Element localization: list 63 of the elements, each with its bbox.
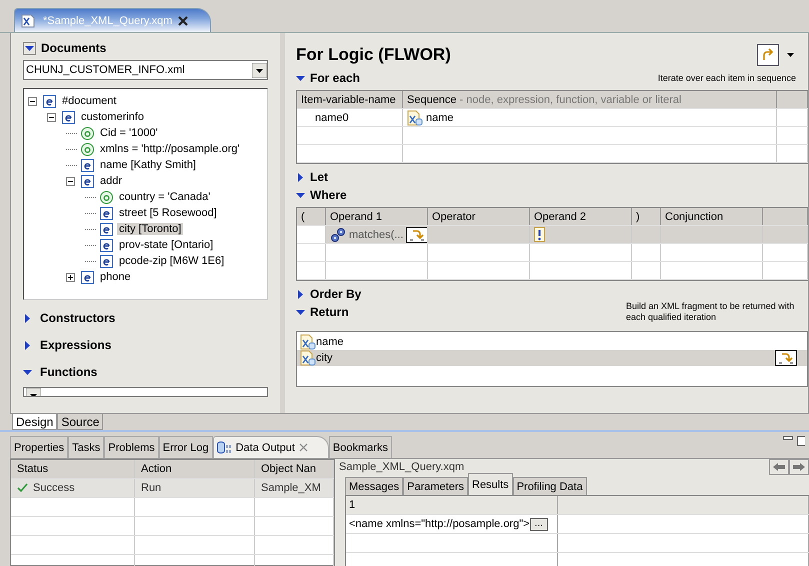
column-header: Operand 2 — [530, 208, 632, 225]
tree-item[interactable]: addr — [98, 175, 124, 187]
result-tab[interactable]: Messages — [345, 477, 404, 495]
column-header: Conjunction — [661, 208, 763, 225]
tree-item[interactable]: country = 'Canada' — [117, 191, 212, 203]
condition-row[interactable]: matches(... — [297, 226, 808, 244]
tree-item[interactable]: Cid = '1000' — [98, 127, 160, 139]
return-item[interactable]: name — [297, 334, 807, 350]
tab-title: *Sample_XML_Query.xqm — [43, 14, 172, 26]
tree-item[interactable]: city [Toronto] — [117, 223, 184, 235]
view-tab[interactable]: Error Log — [158, 436, 213, 458]
table-cell-text: name0 — [314, 112, 349, 124]
result-cell: <name xmlns="http://posample.org"> — [349, 518, 530, 530]
return-item[interactable]: city — [297, 350, 807, 366]
view-tab[interactable]: Tasks — [68, 436, 104, 458]
view-tab[interactable]: Data Output — [212, 436, 329, 458]
page-tab[interactable]: Design — [12, 414, 58, 430]
document-dropdown[interactable]: CHUNJ_CUSTOMER_INFO.xml — [23, 60, 268, 80]
section-title: Expressions — [40, 338, 112, 352]
section-title: Documents — [41, 41, 106, 55]
tree-item[interactable]: pcode-zip [M6W 1E6] — [117, 255, 226, 267]
tree-item[interactable]: customerinfo — [79, 111, 146, 123]
table-cell: Success — [33, 482, 75, 494]
more-button[interactable]: ... — [530, 518, 548, 530]
section-title: Order By — [310, 287, 362, 301]
table-cell: Run — [141, 482, 162, 494]
column-header: 1 — [346, 496, 558, 514]
result-tab[interactable]: Results — [468, 473, 513, 495]
column-header: ( — [297, 208, 326, 225]
result-tab[interactable]: Profiling Data — [512, 477, 587, 495]
section-title: For each — [310, 71, 360, 85]
section-title: Where — [310, 188, 347, 202]
section-title: Functions — [40, 365, 98, 379]
section-hint: Iterate over each item in sequence — [658, 72, 797, 84]
section-title: Return — [310, 305, 349, 319]
column-header: Operator — [428, 208, 530, 225]
result-tab[interactable]: Parameters — [403, 477, 468, 495]
tree-item[interactable]: xmlns = 'http://posample.org' — [98, 143, 242, 155]
column-header: ) — [632, 208, 661, 225]
table-row[interactable]: Success Run Sample_XM — [11, 479, 334, 498]
tree-item[interactable]: #document — [60, 95, 118, 107]
column-header: Action — [135, 460, 255, 478]
table-cell: name — [426, 112, 454, 124]
tree-item[interactable]: prov-state [Ontario] — [117, 239, 216, 251]
result-title: Sample_XML_Query.xqm — [339, 461, 464, 473]
column-header: Status — [11, 460, 135, 478]
view-tab[interactable]: Problems — [104, 436, 159, 458]
page-title: For Logic (FLWOR) — [296, 45, 452, 65]
tree-item[interactable]: phone — [98, 271, 133, 283]
table-cell: Sample_XM — [261, 482, 321, 494]
column-header: Item-variable-name — [297, 91, 403, 108]
section-hint: Build an XML fragment to be returned with each qualified iteration — [626, 301, 796, 323]
column-header: Operand 1 — [326, 208, 428, 225]
tree-item[interactable]: name [Kathy Smith] — [98, 159, 198, 171]
view-tab[interactable]: Properties — [10, 436, 68, 458]
section-title: Let — [310, 170, 328, 184]
view-tab[interactable]: Bookmarks — [328, 436, 392, 458]
section-title: Constructors — [40, 311, 116, 325]
function-text: matches(... — [349, 228, 404, 240]
page-tab[interactable]: Source — [57, 414, 104, 430]
column-header: Object Nan — [255, 460, 334, 478]
column-header: Sequence - node, expression, function, variable or literal — [403, 91, 777, 108]
tree-item[interactable]: street [5 Rosewood] — [117, 207, 219, 219]
